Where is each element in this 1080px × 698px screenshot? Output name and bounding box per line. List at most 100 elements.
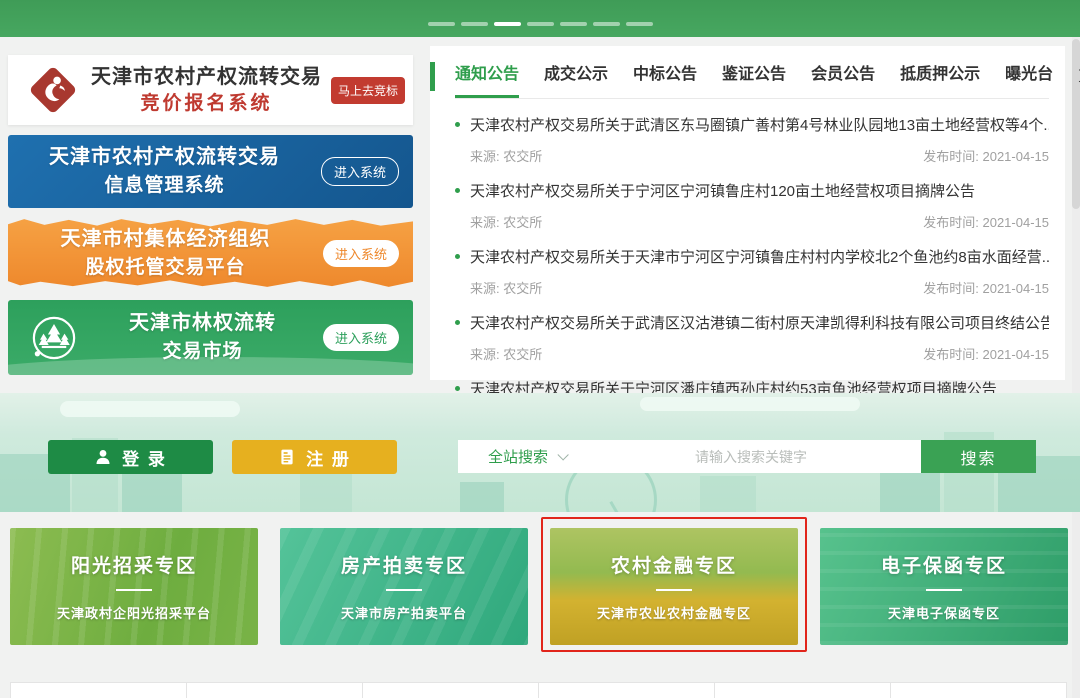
homepage: 天津市农村产权流转交易 竞价报名系统 马上去竞标 天津市农村产权流转交易 信息管… xyxy=(0,0,1080,698)
carousel-dot[interactable] xyxy=(626,22,653,26)
news-time: 发布时间: 2021-04-15 xyxy=(923,212,1049,231)
banner-line1: 天津市林权流转 xyxy=(82,309,323,338)
bullet-icon xyxy=(455,122,460,127)
zone-subtitle: 天津市农业农村金融专区 xyxy=(597,603,751,622)
enter-system-button[interactable]: 进入系统 xyxy=(321,157,399,186)
search-input[interactable] xyxy=(581,440,921,473)
id-card-icon xyxy=(278,448,296,466)
user-icon xyxy=(94,448,112,466)
banner-text: 天津市村集体经济组织 股权托管交易平台 xyxy=(8,225,323,282)
footer-table xyxy=(10,682,1072,698)
search-scope-label: 全站搜索 xyxy=(488,446,548,467)
footer-table-cell xyxy=(890,682,1067,698)
login-label: 登 录 xyxy=(122,445,167,470)
forest-trees-icon xyxy=(26,310,82,366)
news-item: 天津农村产权交易所关于武清区东马圈镇广善村第4号林业队园地13亩土地经营权等4个… xyxy=(455,114,1049,165)
search-band: 登 录 注 册 全站搜索 搜索 xyxy=(0,393,1080,512)
news-source: 来源: 农交所 xyxy=(470,146,542,165)
news-meta: 来源: 农交所 发布时间: 2021-04-15 xyxy=(470,212,1049,231)
zone-title: 农村金融专区 xyxy=(611,551,737,578)
brand-text: 天津市农村产权流转交易 竞价报名系统 xyxy=(82,64,331,117)
news-item: 天津农村产权交易所关于宁河区宁河镇鲁庄村120亩土地经营权项目摘牌公告 来源: … xyxy=(455,180,1049,231)
zone-property-auction[interactable]: 房产拍卖专区 天津市房产拍卖平台 xyxy=(280,528,528,645)
search-button[interactable]: 搜索 xyxy=(921,440,1036,473)
scrollbar-track[interactable] xyxy=(1072,37,1080,698)
search-bar: 全站搜索 搜索 xyxy=(458,440,1036,473)
carousel-dot[interactable] xyxy=(593,22,620,26)
news-item: 天津农村产权交易所关于武清区汉沽港镇二街村原天津凯得利科技有限公司项目终结公告 … xyxy=(455,312,1049,363)
carousel-dots xyxy=(0,22,1080,26)
footer-table-cell xyxy=(186,682,363,698)
bullet-icon xyxy=(455,188,460,193)
carousel-dot[interactable] xyxy=(560,22,587,26)
scrollbar-thumb[interactable] xyxy=(1072,39,1080,209)
zone-divider xyxy=(926,589,962,591)
announcement-panel: 通知公告 成交公示 中标公告 鉴证公告 会员公告 抵质押公示 曝光台 更多 ▶ … xyxy=(430,46,1065,380)
news-time: 发布时间: 2021-04-15 xyxy=(923,146,1049,165)
news-source: 来源: 农交所 xyxy=(470,278,542,297)
tab-notice[interactable]: 通知公告 xyxy=(455,60,519,98)
zone-title: 房产拍卖专区 xyxy=(341,551,467,578)
banner-line1: 天津市农村产权流转交易 xyxy=(8,143,321,172)
bullet-icon xyxy=(455,320,460,325)
search-scope-select[interactable]: 全站搜索 xyxy=(458,446,581,467)
news-source: 来源: 农交所 xyxy=(470,344,542,363)
brand-diamond-logo-icon xyxy=(24,61,82,119)
news-title: 天津农村产权交易所关于天津市宁河区宁河镇鲁庄村村内学校北2个鱼池约8亩水面经营.… xyxy=(470,246,1049,267)
building-decoration xyxy=(300,474,352,512)
footer-table-cell xyxy=(538,682,715,698)
enter-system-button[interactable]: 进入系统 xyxy=(323,324,399,351)
tab-exposure[interactable]: 曝光台 xyxy=(1005,60,1053,98)
brand-subtitle: 竞价报名系统 xyxy=(82,91,331,117)
news-time: 发布时间: 2021-04-15 xyxy=(923,278,1049,297)
zone-electronic-guarantee[interactable]: 电子保函专区 天津电子保函专区 xyxy=(820,528,1068,645)
zone-subtitle: 天津电子保函专区 xyxy=(888,603,1000,622)
zone-rural-finance[interactable]: 农村金融专区 天津市农业农村金融专区 xyxy=(550,528,798,645)
news-title-row[interactable]: 天津农村产权交易所关于武清区东马圈镇广善村第4号林业队园地13亩土地经营权等4个… xyxy=(455,114,1049,135)
building-decoration xyxy=(460,482,504,512)
tab-mortgage[interactable]: 抵质押公示 xyxy=(900,60,980,98)
building-decoration xyxy=(700,476,756,512)
zone-title: 阳光招采专区 xyxy=(71,551,197,578)
tab-deals[interactable]: 成交公示 xyxy=(544,60,608,98)
banner-text: 天津市农村产权流转交易 信息管理系统 xyxy=(8,143,321,200)
cloud-decoration xyxy=(60,401,240,417)
news-source: 来源: 农交所 xyxy=(470,212,542,231)
news-title-row[interactable]: 天津农村产权交易所关于武清区汉沽港镇二街村原天津凯得利科技有限公司项目终结公告 xyxy=(455,312,1049,333)
footer-table-cell xyxy=(714,682,891,698)
zone-divider xyxy=(116,589,152,591)
banner-line2: 股权托管交易平台 xyxy=(8,254,323,282)
login-button[interactable]: 登 录 xyxy=(48,440,213,474)
news-title: 天津农村产权交易所关于武清区汉沽港镇二街村原天津凯得利科技有限公司项目终结公告 xyxy=(470,312,1049,333)
carousel-banner xyxy=(0,0,1080,37)
tab-certification[interactable]: 鉴证公告 xyxy=(722,60,786,98)
enter-system-button[interactable]: 进入系统 xyxy=(323,240,399,267)
news-title-row[interactable]: 天津农村产权交易所关于宁河区宁河镇鲁庄村120亩土地经营权项目摘牌公告 xyxy=(455,180,1049,201)
go-bid-button[interactable]: 马上去竞标 xyxy=(331,77,405,104)
equity-custody-platform-banner[interactable]: 天津市村集体经济组织 股权托管交易平台 进入系统 xyxy=(8,217,413,289)
carousel-dot[interactable] xyxy=(527,22,554,26)
zone-subtitle: 天津市房产拍卖平台 xyxy=(341,603,467,622)
zone-title: 电子保函专区 xyxy=(881,551,1007,578)
register-label: 注 册 xyxy=(306,445,351,470)
tab-winning-bid[interactable]: 中标公告 xyxy=(633,60,697,98)
zone-subtitle: 天津政村企阳光招采平台 xyxy=(57,603,211,622)
register-button[interactable]: 注 册 xyxy=(232,440,397,474)
carousel-dot-active[interactable] xyxy=(494,22,521,26)
tab-members[interactable]: 会员公告 xyxy=(811,60,875,98)
banner-line1: 天津市村集体经济组织 xyxy=(8,225,323,254)
announcement-tabs: 通知公告 成交公示 中标公告 鉴证公告 会员公告 抵质押公示 曝光台 更多 ▶ xyxy=(455,60,1049,99)
carousel-dot[interactable] xyxy=(461,22,488,26)
zone-sunshine-procurement[interactable]: 阳光招采专区 天津政村企阳光招采平台 xyxy=(10,528,258,645)
carousel-dot[interactable] xyxy=(428,22,455,26)
zone-divider xyxy=(386,589,422,591)
bullet-icon xyxy=(455,254,460,259)
news-title-row[interactable]: 天津农村产权交易所关于天津市宁河区宁河镇鲁庄村村内学校北2个鱼池约8亩水面经营.… xyxy=(455,246,1049,267)
banner-line2: 信息管理系统 xyxy=(8,172,321,200)
forest-rights-market-banner[interactable]: 天津市林权流转 交易市场 进入系统 xyxy=(8,300,413,375)
bullet-icon xyxy=(455,386,460,391)
brand-title: 天津市农村产权流转交易 xyxy=(82,64,331,91)
building-decoration xyxy=(122,468,182,512)
tab-accent-bar xyxy=(430,62,435,91)
info-management-system-banner[interactable]: 天津市农村产权流转交易 信息管理系统 进入系统 xyxy=(8,135,413,208)
